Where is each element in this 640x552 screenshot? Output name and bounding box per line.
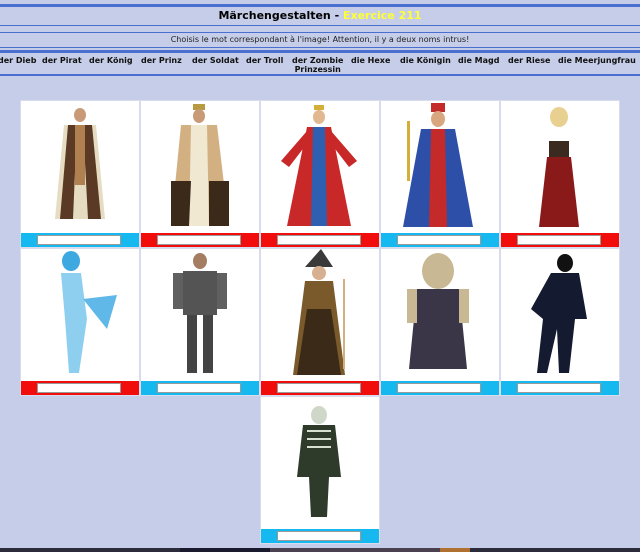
word-der-troll[interactable]: der Troll <box>246 56 283 65</box>
answer-box <box>501 233 619 247</box>
answer-drop-slot[interactable] <box>517 235 601 245</box>
answer-box <box>141 233 259 247</box>
exercise-number: Exercice 211 <box>342 9 422 22</box>
answer-drop-slot[interactable] <box>277 531 361 541</box>
costume-card <box>260 396 380 544</box>
word-die-hexe[interactable]: die Hexe <box>351 56 390 65</box>
word-der-riese[interactable]: der Riese <box>508 56 550 65</box>
costume-card <box>140 248 260 396</box>
word-der-prinz[interactable]: der Prinz <box>141 56 182 65</box>
word-der-dieb[interactable]: der Dieb <box>0 56 36 65</box>
answer-box <box>261 233 379 247</box>
answer-drop-slot[interactable] <box>277 383 361 393</box>
queen-red-gown-image <box>281 105 357 226</box>
answer-box <box>501 381 619 395</box>
word-der-pirat[interactable]: der Pirat <box>42 56 82 65</box>
thief-black-suit-image <box>531 254 587 373</box>
answer-box <box>381 233 499 247</box>
word-die-magd[interactable]: die Magd <box>458 56 500 65</box>
taskbar-item[interactable] <box>440 548 470 552</box>
maid-red-skirt-image <box>539 107 579 227</box>
costume-card <box>20 100 140 248</box>
word-bank: der Dieb der Pirat der König der Prinz d… <box>0 50 640 76</box>
answer-box <box>21 233 139 247</box>
word-die-koenigin[interactable]: die Königin <box>400 56 451 65</box>
costume-card <box>140 100 260 248</box>
answer-drop-slot[interactable] <box>157 383 241 393</box>
costume-card <box>500 100 620 248</box>
answer-drop-slot[interactable] <box>37 235 121 245</box>
king-costume-cape-image <box>171 104 229 226</box>
answer-box <box>261 529 379 543</box>
answer-drop-slot[interactable] <box>397 383 481 393</box>
costume-card <box>380 248 500 396</box>
troll-mask-costume-image <box>407 253 469 369</box>
answer-drop-slot[interactable] <box>157 235 241 245</box>
answer-drop-slot[interactable] <box>397 235 481 245</box>
word-die-meerjungfrau[interactable]: die Meerjungfrau <box>558 56 636 65</box>
costume-card <box>380 100 500 248</box>
answer-drop-slot[interactable] <box>517 383 601 393</box>
mermaid-costume-image <box>61 251 117 373</box>
word-der-koenig[interactable]: der König <box>89 56 133 65</box>
soldier-armor-image <box>173 253 227 373</box>
answer-box <box>261 381 379 395</box>
answer-box <box>141 381 259 395</box>
word-der-soldat[interactable]: der Soldat <box>192 56 239 65</box>
taskbar-item[interactable] <box>270 548 440 552</box>
page-title: Märchengestalten - Exercice 211 <box>0 4 640 26</box>
answer-box <box>21 381 139 395</box>
answer-box <box>381 381 499 395</box>
witch-costume-image <box>293 249 345 375</box>
king-blue-robe-image <box>403 103 473 227</box>
zombie-costume-image <box>297 406 341 517</box>
answer-drop-slot[interactable] <box>277 235 361 245</box>
taskbar <box>0 548 640 552</box>
answer-drop-slot[interactable] <box>37 383 121 393</box>
costume-card <box>260 100 380 248</box>
costume-card <box>500 248 620 396</box>
word-der-zombie-prinzessin[interactable]: der Zombie Prinzessin <box>292 56 343 74</box>
robed-man-costume-image <box>55 108 105 219</box>
title-text: Märchengestalten - <box>218 9 343 22</box>
instruction-text: Choisis le mot correspondant à l'image! … <box>170 35 470 44</box>
taskbar-item[interactable] <box>180 548 270 552</box>
costume-card <box>260 248 380 396</box>
costume-card <box>20 248 140 396</box>
instruction-bar: Choisis le mot correspondant à l'image! … <box>0 32 640 48</box>
